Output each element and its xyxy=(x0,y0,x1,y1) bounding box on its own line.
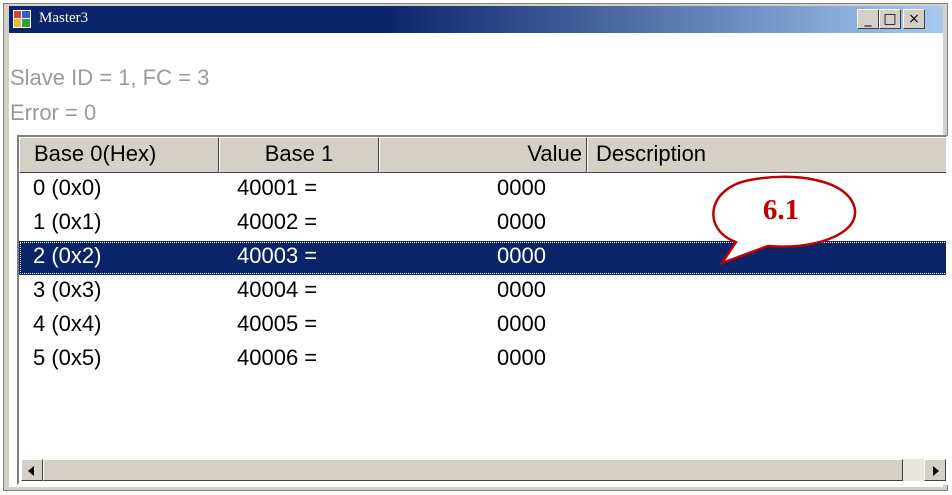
maximize-icon: □ xyxy=(883,11,897,27)
cell-base0: 2 (0x2) xyxy=(33,243,102,268)
table-row[interactable]: 3 (0x3) 40004 = 0000 xyxy=(19,275,946,309)
cell-value: 0000 xyxy=(497,209,546,234)
table-row[interactable]: 4 (0x4) 40005 = 0000 xyxy=(19,309,946,343)
minimize-icon: _ xyxy=(864,11,872,27)
cell-value: 0000 xyxy=(497,277,546,302)
minimize-button[interactable]: _ xyxy=(857,9,879,29)
close-icon: × xyxy=(908,11,920,27)
app-window-icon xyxy=(13,10,31,28)
cell-value: 0000 xyxy=(497,243,546,268)
title-bar[interactable]: Master3 _ □ × xyxy=(9,6,943,33)
column-header-description[interactable]: Description xyxy=(587,137,946,173)
window-title: Master3 xyxy=(39,10,89,26)
scrollbar-thumb[interactable] xyxy=(43,459,903,481)
scroll-left-button[interactable] xyxy=(21,459,43,481)
maximize-button[interactable]: □ xyxy=(879,9,901,29)
arrow-left-icon xyxy=(28,466,34,476)
cell-value: 0000 xyxy=(497,311,546,336)
slave-status-text: Slave ID = 1, FC = 3 xyxy=(10,65,210,90)
cell-base0: 4 (0x4) xyxy=(33,311,102,336)
cell-value: 0000 xyxy=(497,175,546,200)
cell-base1: 40001 = xyxy=(237,175,318,200)
table-row[interactable]: 5 (0x5) 40006 = 0000 xyxy=(19,343,946,377)
horizontal-scrollbar[interactable] xyxy=(21,459,946,481)
column-header-base1[interactable]: Base 1 xyxy=(219,137,379,173)
error-status-text: Error = 0 xyxy=(10,100,97,125)
column-header-value[interactable]: Value xyxy=(379,137,587,173)
cell-base0: 3 (0x3) xyxy=(33,277,102,302)
cell-base1: 40006 = xyxy=(237,345,318,370)
cell-base1: 40004 = xyxy=(237,277,318,302)
cell-value: 0000 xyxy=(497,345,546,370)
cell-base1: 40002 = xyxy=(237,209,318,234)
scroll-right-button[interactable] xyxy=(924,459,946,481)
cell-base0: 0 (0x0) xyxy=(33,175,102,200)
column-header-base0[interactable]: Base 0(Hex) xyxy=(19,137,219,173)
cell-base0: 5 (0x5) xyxy=(33,345,102,370)
close-button[interactable]: × xyxy=(903,9,925,29)
arrow-right-icon xyxy=(933,466,939,476)
cell-base0: 1 (0x1) xyxy=(33,209,102,234)
cell-base1: 40003 = xyxy=(237,243,318,268)
callout-label: 6.1 xyxy=(762,194,800,226)
cell-base1: 40005 = xyxy=(237,311,318,336)
